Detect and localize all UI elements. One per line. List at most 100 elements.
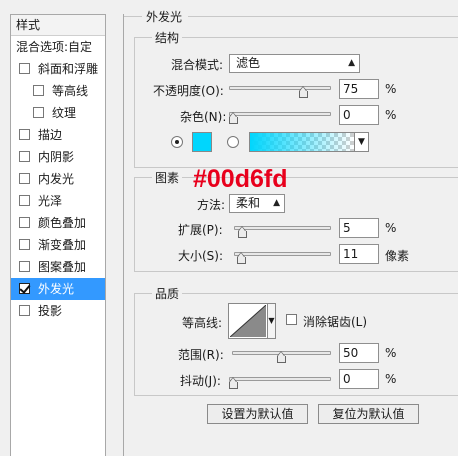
glow-color-swatch[interactable] [192, 132, 212, 152]
satin-checkbox[interactable] [19, 195, 30, 206]
blend-mode-label: 混合模式: [171, 58, 224, 72]
jitter-slider-track[interactable] [229, 377, 331, 381]
style-item-bevel-emboss[interactable]: 斜面和浮雕 [11, 58, 105, 80]
method-label: 方法: [197, 198, 226, 212]
noise-input[interactable]: 0 [339, 105, 379, 125]
make-default-button[interactable]: 设置为默认值 [207, 404, 308, 424]
gradient-overlay-label: 渐变叠加 [38, 238, 87, 252]
style-item-drop-shadow[interactable]: 投影 [11, 300, 105, 322]
range-input[interactable]: 50 [339, 343, 379, 363]
opacity-slider-thumb[interactable] [298, 86, 308, 98]
size-input[interactable]: 11 [339, 244, 379, 264]
chevron-down-icon: ▼ [268, 316, 275, 325]
styles-list: 样式 混合选项:自定 斜面和浮雕 等高线 纹理 描边 内阴影 内发光 光泽 颜色… [10, 14, 106, 456]
range-label: 范围(R): [178, 348, 224, 362]
noise-percent-sign: % [385, 108, 397, 122]
inner-glow-label: 内发光 [38, 172, 75, 186]
glow-gradient-swatch[interactable] [249, 132, 355, 152]
spread-label: 扩展(P): [178, 223, 223, 237]
updown-arrows-icon: ▲ [348, 58, 355, 68]
styles-header: 样式 [11, 15, 105, 36]
quality-title: 品质 [152, 285, 183, 302]
title-rule-right [188, 16, 458, 17]
elements-title: 图素 [152, 169, 183, 186]
style-item-color-overlay[interactable]: 颜色叠加 [11, 212, 105, 234]
contour-checkbox[interactable] [33, 85, 44, 96]
jitter-label: 抖动(J): [180, 374, 221, 388]
size-label: 大小(S): [178, 249, 224, 263]
antialias-checkbox[interactable] [286, 314, 297, 325]
inner-shadow-checkbox[interactable] [19, 151, 30, 162]
bevel-emboss-checkbox[interactable] [19, 63, 30, 74]
blend-options-item[interactable]: 混合选项:自定 [11, 36, 105, 58]
title-rule-left [124, 16, 142, 17]
spread-slider-thumb[interactable] [238, 226, 248, 238]
contour-label: 等高线 [52, 84, 89, 98]
style-item-outer-glow[interactable]: 外发光 [11, 278, 105, 300]
noise-label: 杂色(N): [180, 110, 227, 124]
opacity-slider-track[interactable] [229, 86, 331, 90]
drop-shadow-label: 投影 [38, 304, 63, 318]
contour-dropdown-button[interactable]: ▼ [268, 303, 276, 339]
spread-percent-sign: % [385, 221, 397, 235]
style-item-gradient-overlay[interactable]: 渐变叠加 [11, 234, 105, 256]
outer-glow-label: 外发光 [38, 282, 75, 296]
method-select[interactable]: 柔和 ▲ [229, 194, 285, 213]
antialias-label: 消除锯齿(L) [303, 315, 368, 329]
color-overlay-checkbox[interactable] [19, 217, 30, 228]
style-item-contour[interactable]: 等高线 [11, 80, 105, 102]
style-item-stroke[interactable]: 描边 [11, 124, 105, 146]
structure-title: 结构 [152, 29, 183, 46]
chevron-down-icon: ▼ [358, 137, 365, 147]
gradient-overlay-checkbox[interactable] [19, 239, 30, 250]
opacity-label: 不透明度(O): [153, 84, 224, 98]
style-item-pattern-overlay[interactable]: 图案叠加 [11, 256, 105, 278]
spread-slider-track[interactable] [234, 226, 331, 230]
jitter-slider-thumb[interactable] [229, 377, 238, 389]
solid-color-radio[interactable] [171, 136, 183, 148]
spread-input[interactable]: 5 [339, 218, 379, 238]
bevel-emboss-label: 斜面和浮雕 [38, 62, 99, 76]
size-slider-thumb[interactable] [237, 252, 246, 264]
blend-mode-value: 滤色 [236, 56, 261, 70]
inner-shadow-label: 内阴影 [38, 150, 75, 164]
panel-divider [123, 14, 124, 456]
style-item-satin[interactable]: 光泽 [11, 190, 105, 212]
texture-checkbox[interactable] [33, 107, 44, 118]
opacity-input[interactable]: 75 [339, 79, 379, 99]
contour-label: 等高线: [182, 316, 223, 330]
stroke-checkbox[interactable] [19, 129, 30, 140]
blend-mode-select[interactable]: 滤色 ▲ [229, 54, 360, 73]
size-unit: 像素 [385, 249, 410, 263]
satin-label: 光泽 [38, 194, 63, 208]
style-item-texture[interactable]: 纹理 [11, 102, 105, 124]
panel-title: 外发光 [146, 10, 183, 24]
noise-slider-thumb[interactable] [229, 112, 238, 124]
contour-curve-icon [230, 305, 266, 337]
jitter-input[interactable]: 0 [339, 369, 379, 389]
outer-glow-checkbox[interactable] [19, 283, 30, 294]
style-item-inner-glow[interactable]: 内发光 [11, 168, 105, 190]
texture-label: 纹理 [52, 106, 77, 120]
reset-default-button[interactable]: 复位为默认值 [318, 404, 419, 424]
range-slider-thumb[interactable] [277, 351, 286, 363]
stroke-label: 描边 [38, 128, 63, 142]
opacity-percent-sign: % [385, 82, 397, 96]
gradient-dropdown-button[interactable]: ▼ [355, 132, 369, 152]
contour-picker[interactable] [228, 303, 268, 339]
drop-shadow-checkbox[interactable] [19, 305, 30, 316]
range-percent-sign: % [385, 346, 397, 360]
blend-options-label: 混合选项:自定 [16, 40, 93, 54]
style-item-inner-shadow[interactable]: 内阴影 [11, 146, 105, 168]
hex-annotation: #00d6fd [193, 165, 288, 193]
updown-arrows-icon: ▲ [273, 198, 280, 208]
inner-glow-checkbox[interactable] [19, 173, 30, 184]
method-value: 柔和 [236, 196, 261, 210]
noise-slider-track[interactable] [229, 112, 331, 116]
pattern-overlay-checkbox[interactable] [19, 261, 30, 272]
jitter-percent-sign: % [385, 372, 397, 386]
size-slider-track[interactable] [234, 252, 331, 256]
gradient-radio[interactable] [227, 136, 239, 148]
pattern-overlay-label: 图案叠加 [38, 260, 87, 274]
color-overlay-label: 颜色叠加 [38, 216, 87, 230]
